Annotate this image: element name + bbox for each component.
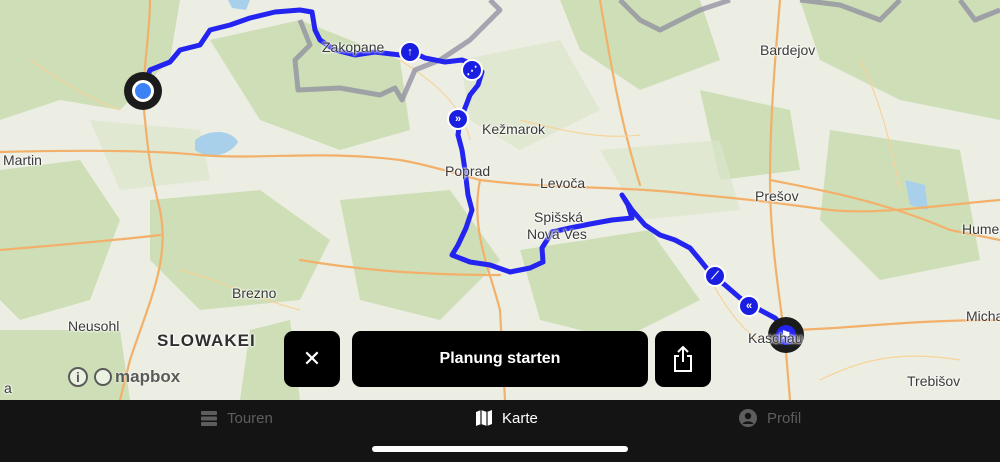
- city-label: Trebišov: [907, 373, 961, 389]
- city-label: Levoča: [540, 175, 586, 191]
- city-label: Zakopane: [322, 39, 385, 55]
- close-icon: ✕: [302, 346, 322, 371]
- city-label: Micha: [966, 308, 1000, 324]
- map-icon: [476, 410, 492, 426]
- tab-karte[interactable]: Karte: [476, 400, 538, 436]
- waypoint-curve-icon[interactable]: ⋰: [461, 59, 483, 81]
- tab-bar: Touren Karte Profil: [0, 400, 1000, 462]
- country-label: SLOWAKEI: [157, 331, 256, 350]
- start-planning-button[interactable]: Planung starten: [352, 331, 648, 387]
- mapbox-logo-text: mapbox: [115, 367, 181, 386]
- mapbox-logo: mapbox: [94, 367, 180, 387]
- start-location-dot: [132, 80, 154, 102]
- share-button[interactable]: [655, 331, 711, 387]
- tab-touren-label: Touren: [227, 409, 273, 427]
- tab-karte-label: Karte: [502, 409, 538, 427]
- city-label: Poprad: [445, 163, 491, 179]
- start-planning-label: Planung starten: [439, 350, 561, 367]
- city-label: Kežmarok: [482, 121, 546, 137]
- share-icon: [674, 345, 692, 372]
- city-label: a: [4, 380, 12, 396]
- list-icon: [201, 411, 217, 426]
- city-label: Brezno: [232, 285, 277, 301]
- city-label: Martin: [3, 152, 42, 168]
- waypoint-forward-chevron-icon[interactable]: »: [447, 108, 469, 130]
- map-attribution: i mapbox: [68, 367, 180, 387]
- waypoint-diagonal-icon[interactable]: ⟋: [704, 265, 726, 287]
- home-indicator[interactable]: [372, 446, 628, 452]
- info-icon[interactable]: i: [68, 367, 88, 387]
- waypoint-up-arrow-icon[interactable]: ↑: [399, 41, 421, 63]
- close-button[interactable]: ✕: [284, 331, 340, 387]
- city-label: Kaschau: [748, 330, 803, 346]
- start-location-marker[interactable]: [124, 72, 162, 110]
- tab-touren[interactable]: Touren: [201, 400, 273, 436]
- city-label: Bardejov: [760, 42, 816, 58]
- city-label: Spišská: [534, 209, 584, 225]
- city-label: Nová Ves: [527, 226, 587, 242]
- city-label: Prešov: [755, 188, 799, 204]
- waypoint-back-chevron-icon[interactable]: «: [738, 295, 760, 317]
- user-icon: [739, 409, 757, 427]
- mapbox-logo-icon: [94, 368, 112, 386]
- tab-profil-label: Profil: [767, 409, 802, 427]
- city-label: Neusohl: [68, 318, 120, 334]
- city-label: Hume: [962, 221, 1000, 237]
- tab-profil[interactable]: Profil: [739, 400, 801, 436]
